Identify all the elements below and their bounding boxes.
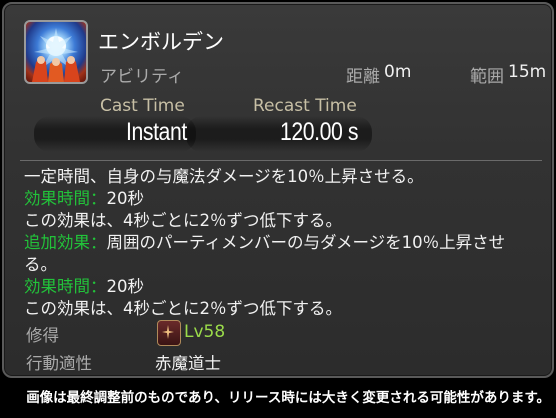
effect-duration-label: 効果時間： <box>24 277 107 296</box>
description-line: 追加効果：周囲のパーティメンバーの与ダメージを10％上昇させ <box>24 232 540 254</box>
class-label: 行動適性 <box>26 354 92 373</box>
description-line: 一定時間、自身の与魔法ダメージを10％上昇させる。 <box>24 167 424 186</box>
effect-duration-label: 効果時間： <box>24 189 107 208</box>
screenshot-frame: エンボルデン アビリティ 距離 0m 範囲 15m Cast Time Reca… <box>0 0 556 418</box>
description-line: この効果は、4秒ごとに2％ずつ低下する。 <box>24 211 342 230</box>
red-mage-job-icon <box>157 320 181 346</box>
cast-time-value: Instant <box>126 118 187 146</box>
radius-value: 15m <box>508 62 547 82</box>
acquired-label: 修得 <box>26 326 59 345</box>
recast-time-label: Recast Time <box>253 96 357 116</box>
class-value: 赤魔道士 <box>155 354 221 373</box>
ability-icon <box>24 20 88 84</box>
description-line: この効果は、4秒ごとに2％ずつ低下する。 <box>24 299 342 318</box>
cast-time-label: Cast Time <box>100 96 185 116</box>
description-line: 効果時間：20秒 <box>24 276 540 298</box>
range-label: 距離 <box>346 67 380 87</box>
effect-duration-value: 20秒 <box>106 277 145 296</box>
radius-label: 範囲 <box>470 67 504 87</box>
description-line: る。 <box>24 255 57 274</box>
ability-description: 一定時間、自身の与魔法ダメージを10％上昇させる。 効果時間：20秒 この効果は… <box>24 166 540 320</box>
recast-time-value: 120.00 s <box>280 118 359 146</box>
effect-duration-value: 20秒 <box>106 189 145 208</box>
ability-category: アビリティ <box>100 67 184 87</box>
action-tooltip: エンボルデン アビリティ 距離 0m 範囲 15m Cast Time Reca… <box>2 2 554 378</box>
range-value: 0m <box>384 62 412 82</box>
divider <box>20 160 542 161</box>
additional-effect-label: 追加効果： <box>24 233 107 252</box>
additional-effect-value: 周囲のパーティメンバーの与ダメージを10％上昇させ <box>106 233 506 252</box>
ability-name: エンボルデン <box>98 30 224 54</box>
acquired-level: Lv58 <box>184 322 226 342</box>
disclaimer-caption: 画像は最終調整前のものであり、リリース時には大きく変更される可能性があります。 <box>26 390 550 406</box>
description-line: 効果時間：20秒 <box>24 188 540 210</box>
